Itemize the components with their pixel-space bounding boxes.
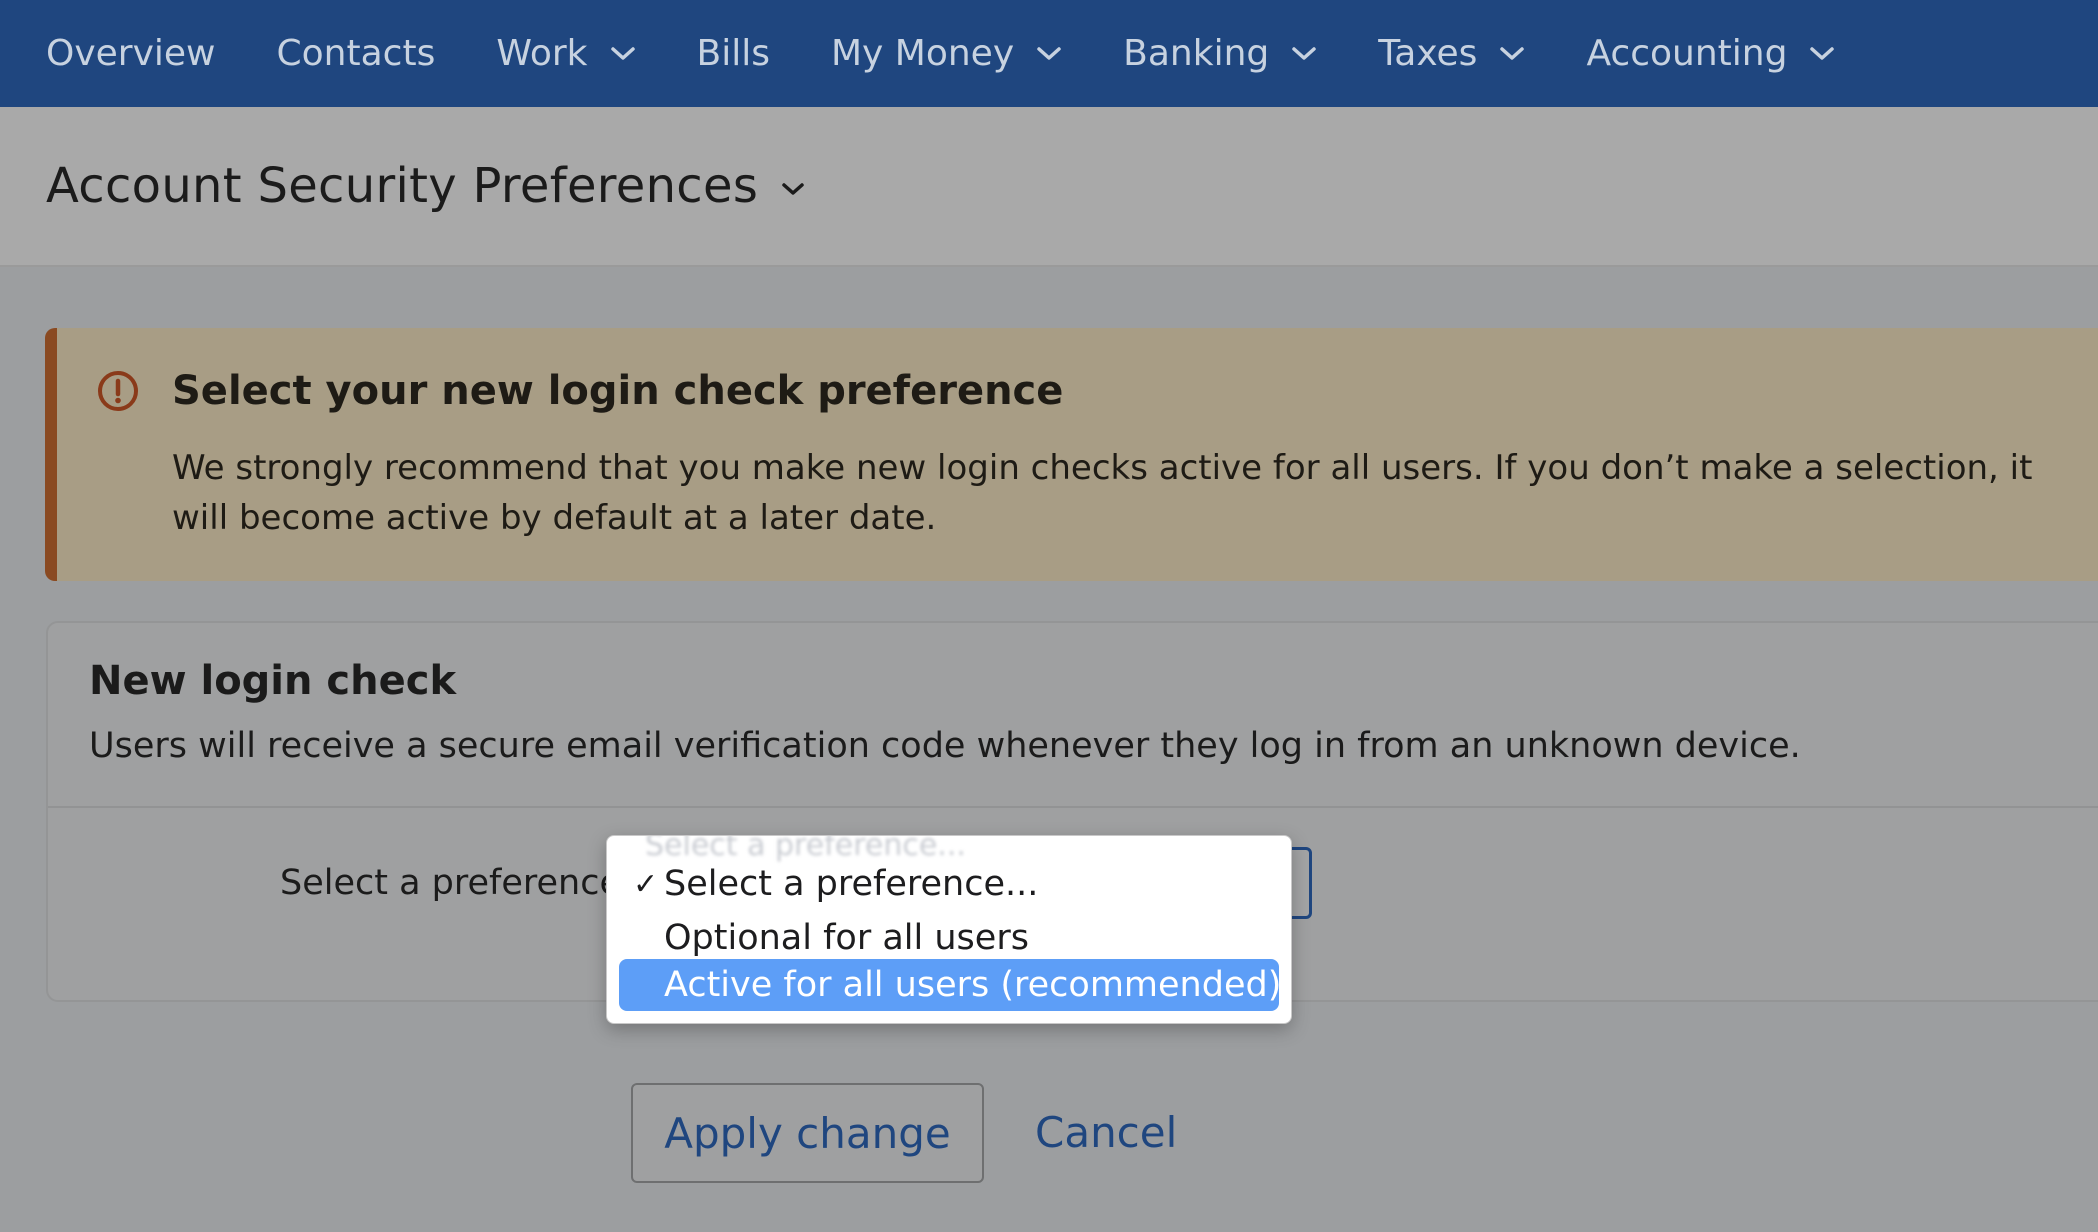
divider — [48, 806, 2098, 808]
chevron-down-icon — [1291, 46, 1317, 62]
option-label: Active for all users (recommended) — [664, 965, 1282, 1005]
chevron-down-icon — [610, 46, 636, 62]
preference-label: Select a preference — [280, 863, 622, 903]
alert-circle-icon — [97, 370, 139, 412]
warning-banner: Select your new login check preference W… — [45, 328, 2098, 581]
nav-item-my-money[interactable]: My Money — [831, 33, 1062, 74]
dropdown-option-active-recommended[interactable]: Active for all users (recommended) — [619, 959, 1282, 1011]
banner-text: We strongly recommend that you make new … — [172, 448, 2033, 538]
checkmark-icon: ✓ — [633, 866, 659, 902]
top-navigation: Overview Contacts Work Bills My Money Ba… — [0, 0, 2098, 107]
banner-title: Select your new login check preference — [172, 368, 1064, 414]
nav-item-label: Work — [496, 33, 588, 74]
dropdown-option-optional[interactable]: Optional for all users — [619, 912, 1279, 964]
nav-item-accounting[interactable]: Accounting — [1586, 33, 1835, 74]
nav-item-taxes[interactable]: Taxes — [1378, 33, 1525, 74]
option-label: Optional for all users — [664, 918, 1029, 958]
nav-item-label: Contacts — [276, 33, 436, 74]
page-title: Account Security Preferences — [46, 158, 759, 214]
nav-item-label: Accounting — [1586, 33, 1788, 74]
nav-item-work[interactable]: Work — [496, 33, 635, 74]
chevron-down-icon[interactable] — [780, 181, 806, 197]
card-description: Users will receive a secure email verifi… — [89, 726, 1801, 766]
nav-item-contacts[interactable]: Contacts — [277, 33, 436, 74]
chevron-down-icon — [1809, 46, 1835, 62]
option-label: Select a preference... — [664, 864, 1039, 904]
dropdown-option-select-preference[interactable]: ✓ Select a preference... — [619, 858, 1279, 910]
nav-item-label: Banking — [1123, 33, 1270, 74]
chevron-down-icon — [1036, 46, 1062, 62]
card-title: New login check — [89, 658, 457, 704]
chevron-down-icon — [1499, 46, 1525, 62]
nav-item-label: Bills — [696, 33, 770, 74]
nav-item-label: Overview — [46, 33, 216, 74]
nav-item-label: Taxes — [1378, 33, 1478, 74]
nav-item-bills[interactable]: Bills — [697, 33, 770, 74]
nav-item-banking[interactable]: Banking — [1123, 33, 1317, 74]
nav-item-label: My Money — [830, 33, 1015, 74]
page-header: Account Security Preferences — [0, 107, 2098, 267]
preference-dropdown-menu: Select a preference... ✓ Select a prefer… — [606, 835, 1292, 1024]
cancel-link[interactable]: Cancel — [1035, 1108, 1177, 1157]
nav-item-overview[interactable]: Overview — [46, 33, 216, 74]
apply-change-button[interactable]: Apply change — [631, 1083, 984, 1183]
